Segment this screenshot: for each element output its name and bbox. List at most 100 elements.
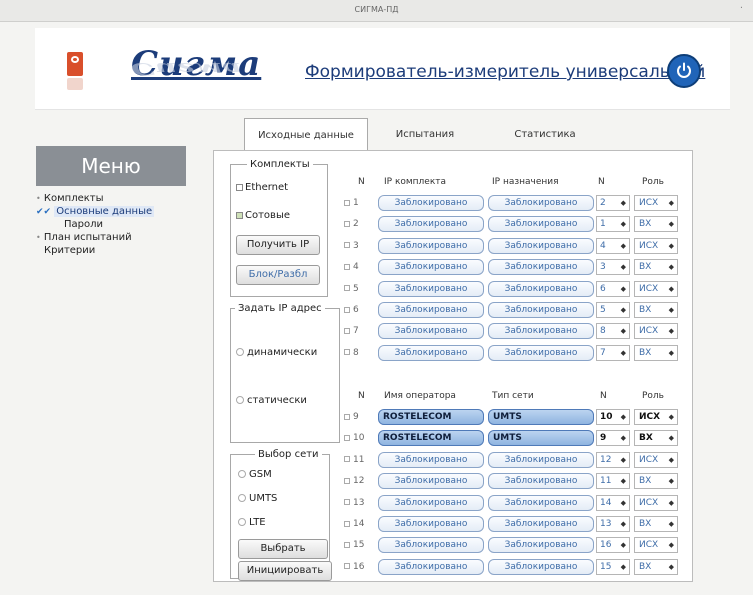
- lte-radio[interactable]: LTE: [238, 517, 266, 528]
- role-select[interactable]: ВХ ◆: [634, 302, 678, 318]
- tab-statistics[interactable]: Статистика: [490, 118, 600, 152]
- net-type-field[interactable]: Заблокировано: [488, 558, 594, 575]
- gsm-radio[interactable]: GSM: [238, 469, 272, 480]
- menu-item-criteria[interactable]: Критерии: [36, 244, 154, 257]
- role-select[interactable]: ИСХ ◆: [634, 280, 678, 297]
- ip-dest-field[interactable]: Заблокировано: [488, 280, 594, 297]
- pair-number-spinner[interactable]: 15 ◆: [596, 558, 630, 575]
- operator-field[interactable]: ROSTELECOM: [378, 409, 484, 425]
- operator-field[interactable]: ROSTELECOM: [378, 430, 484, 447]
- net-type-field[interactable]: Заблокировано: [488, 516, 594, 532]
- pair-number-spinner[interactable]: 3 ◆: [596, 259, 630, 276]
- menu-item-test-plan[interactable]: • План испытаний: [36, 231, 154, 244]
- row-checkbox[interactable]: 8: [344, 348, 359, 358]
- window-menu-dot[interactable]: ·: [740, 3, 743, 14]
- net-type-field[interactable]: UMTS: [488, 409, 594, 425]
- pair-number-spinner[interactable]: 14 ◆: [596, 494, 630, 511]
- dynamic-radio[interactable]: динамически: [236, 347, 317, 358]
- ethernet-checkbox[interactable]: Ethernet: [236, 182, 288, 193]
- ip-dest-field[interactable]: Заблокировано: [488, 195, 594, 211]
- pair-number-spinner[interactable]: 16 ◆: [596, 537, 630, 554]
- operator-field[interactable]: Заблокировано: [378, 537, 484, 554]
- role-select[interactable]: ИСХ ◆: [634, 237, 678, 254]
- ip-dest-field[interactable]: Заблокировано: [488, 302, 594, 318]
- net-type-field[interactable]: Заблокировано: [488, 537, 594, 554]
- row-checkbox[interactable]: 16: [344, 562, 364, 572]
- pair-number-spinner[interactable]: 2 ◆: [596, 195, 630, 211]
- pair-number-spinner[interactable]: 1 ◆: [596, 216, 630, 233]
- pair-number-spinner[interactable]: 12 ◆: [596, 451, 630, 468]
- power-button[interactable]: [667, 54, 701, 88]
- role-select[interactable]: ВХ ◆: [634, 344, 678, 361]
- net-type-field[interactable]: Заблокировано: [488, 451, 594, 468]
- ip-complect-field[interactable]: Заблокировано: [378, 280, 484, 297]
- role-select[interactable]: ВХ ◆: [634, 430, 678, 447]
- pair-number-spinner[interactable]: 11 ◆: [596, 473, 630, 490]
- role-select[interactable]: ИСХ ◆: [634, 323, 678, 340]
- static-radio[interactable]: статически: [236, 395, 307, 406]
- row-checkbox[interactable]: 2: [344, 219, 359, 229]
- ip-dest-field[interactable]: Заблокировано: [488, 216, 594, 233]
- operator-field[interactable]: Заблокировано: [378, 451, 484, 468]
- row-checkbox[interactable]: 13: [344, 498, 364, 508]
- ip-dest-field[interactable]: Заблокировано: [488, 259, 594, 276]
- net-type-field[interactable]: UMTS: [488, 430, 594, 447]
- pair-number-spinner[interactable]: 8 ◆: [596, 323, 630, 340]
- row-checkbox[interactable]: 6: [344, 305, 359, 315]
- select-network-button[interactable]: Выбрать: [238, 539, 328, 559]
- ip-complect-field[interactable]: Заблокировано: [378, 195, 484, 211]
- block-unblock-button[interactable]: Блок/Разбл: [236, 265, 320, 285]
- ip-dest-field[interactable]: Заблокировано: [488, 323, 594, 340]
- ip-complect-field[interactable]: Заблокировано: [378, 237, 484, 254]
- net-type-field[interactable]: Заблокировано: [488, 473, 594, 490]
- pair-number-spinner[interactable]: 10 ◆: [596, 409, 630, 425]
- tab-tests[interactable]: Испытания: [380, 118, 470, 152]
- pair-number-spinner[interactable]: 7 ◆: [596, 344, 630, 361]
- pair-number-spinner[interactable]: 5 ◆: [596, 302, 630, 318]
- operator-field[interactable]: Заблокировано: [378, 473, 484, 490]
- operator-field[interactable]: Заблокировано: [378, 558, 484, 575]
- row-checkbox[interactable]: 12: [344, 476, 364, 486]
- menu-item-main-data[interactable]: ✔✔ Основные данные: [36, 205, 155, 218]
- ip-complect-field[interactable]: Заблокировано: [378, 323, 484, 340]
- role-select[interactable]: ВХ ◆: [634, 558, 678, 575]
- role-select[interactable]: ВХ ◆: [634, 516, 678, 532]
- ip-complect-field[interactable]: Заблокировано: [378, 259, 484, 276]
- ip-dest-field[interactable]: Заблокировано: [488, 237, 594, 254]
- menu-item-passwords[interactable]: Пароли: [36, 218, 154, 231]
- pair-number-spinner[interactable]: 4 ◆: [596, 237, 630, 254]
- umts-radio[interactable]: UMTS: [238, 493, 277, 504]
- ip-complect-field[interactable]: Заблокировано: [378, 344, 484, 361]
- role-select[interactable]: ИСХ ◆: [634, 409, 678, 425]
- operator-field[interactable]: Заблокировано: [378, 494, 484, 511]
- row-checkbox[interactable]: 5: [344, 284, 359, 294]
- row-checkbox[interactable]: 11: [344, 455, 364, 465]
- row-checkbox[interactable]: 1: [344, 198, 359, 208]
- row-checkbox[interactable]: 10: [344, 433, 364, 443]
- get-ip-button[interactable]: Получить IP: [236, 235, 320, 255]
- pair-number-spinner[interactable]: 9 ◆: [596, 430, 630, 447]
- role-select[interactable]: ИСХ ◆: [634, 195, 678, 211]
- row-checkbox[interactable]: 15: [344, 540, 364, 550]
- role-select[interactable]: ИСХ ◆: [634, 537, 678, 554]
- cellular-checkbox[interactable]: Сотовые: [236, 210, 290, 221]
- row-checkbox[interactable]: 9: [344, 412, 359, 422]
- initiate-button[interactable]: Инициировать: [238, 561, 332, 581]
- row-checkbox[interactable]: 7: [344, 326, 359, 336]
- row-checkbox[interactable]: 4: [344, 262, 359, 272]
- role-select[interactable]: ВХ ◆: [634, 473, 678, 490]
- ip-complect-field[interactable]: Заблокировано: [378, 216, 484, 233]
- menu-item-complects[interactable]: • Комплекты: [36, 192, 154, 205]
- role-select[interactable]: ИСХ ◆: [634, 494, 678, 511]
- row-checkbox[interactable]: 14: [344, 519, 364, 529]
- role-select[interactable]: ВХ ◆: [634, 259, 678, 276]
- role-select[interactable]: ВХ ◆: [634, 216, 678, 233]
- operator-field[interactable]: Заблокировано: [378, 516, 484, 532]
- row-checkbox[interactable]: 3: [344, 241, 359, 251]
- ip-dest-field[interactable]: Заблокировано: [488, 344, 594, 361]
- pair-number-spinner[interactable]: 6 ◆: [596, 280, 630, 297]
- net-type-field[interactable]: Заблокировано: [488, 494, 594, 511]
- pair-number-spinner[interactable]: 13 ◆: [596, 516, 630, 532]
- role-select[interactable]: ИСХ ◆: [634, 451, 678, 468]
- ip-complect-field[interactable]: Заблокировано: [378, 302, 484, 318]
